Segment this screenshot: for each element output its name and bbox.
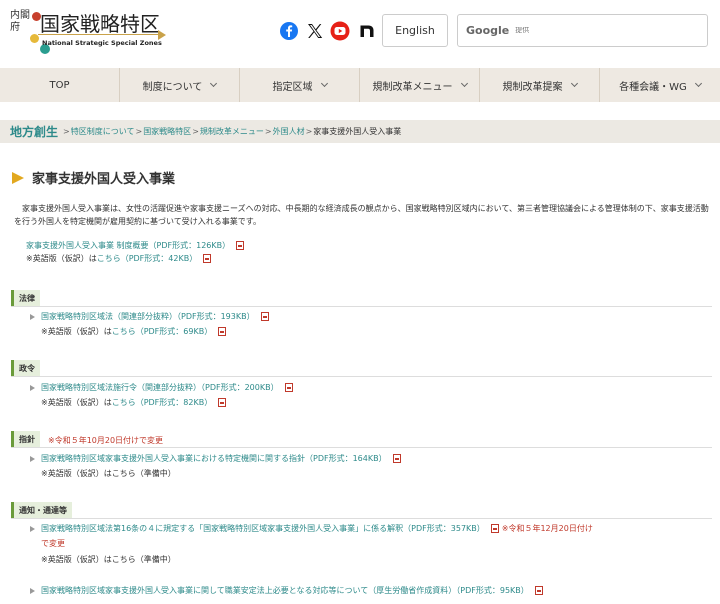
nav-item-label: 各種会議・WG <box>619 81 687 93</box>
guideline-pdf-link[interactable]: 国家戦略特別区域家事支援外国人受入事業における特定機関に関する指針（PDF形式：… <box>41 453 387 464</box>
ordinance-pdf-link[interactable]: 国家戦略特別区域法施行令（関連部分抜粋）（PDF形式：200KB） <box>41 382 279 393</box>
interpretation-change-note: ※令和５年12月20日付け <box>501 524 593 533</box>
pdf-icon <box>392 454 401 463</box>
english-note-text: ※英語版（仮訳）はこちら（準備中） <box>41 555 176 564</box>
page-title: 家事支援外国人受入事業 <box>12 168 175 187</box>
note-icon[interactable] <box>357 21 377 41</box>
title-arrow-icon <box>12 171 24 184</box>
pdf-icon <box>284 383 293 392</box>
bullet-arrow-icon <box>30 313 35 320</box>
nav-item-reform-menu[interactable]: 規制改革メニュー <box>360 68 480 102</box>
x-icon[interactable] <box>305 21 325 41</box>
pdf-icon <box>218 327 227 336</box>
nav-item-zones[interactable]: 指定区域 <box>240 68 360 102</box>
law-link-row: 国家戦略特別区域法（関連部分抜粋）（PDF形式：193KB） <box>30 311 269 322</box>
logo-cabinet-office-text: 内閣府 <box>10 10 30 33</box>
breadcrumb-link[interactable]: 国家戦略特区 <box>143 126 191 137</box>
english-button[interactable]: English <box>382 14 448 47</box>
section-divider <box>11 447 712 448</box>
ordinance-link-row: 国家戦略特別区域法施行令（関連部分抜粋）（PDF形式：200KB） <box>30 382 293 393</box>
guideline-link-row: 国家戦略特別区域家事支援外国人受入事業における特定機関に関する指針（PDF形式：… <box>30 453 401 464</box>
pdf-icon <box>203 254 212 263</box>
section-divider <box>11 518 712 519</box>
search-box[interactable]: Google <box>457 14 708 47</box>
pdf-icon <box>218 398 227 407</box>
logo-main-text: 国家戦略特区 <box>40 12 160 36</box>
law-pdf-link[interactable]: 国家戦略特別区域法（関連部分抜粋）（PDF形式：193KB） <box>41 311 255 322</box>
breadcrumb-section-title[interactable]: 地方創生 <box>10 123 58 140</box>
logo-underline <box>38 34 162 35</box>
notice-note-row-1: ※英語版（仮訳）はこちら（準備中） <box>41 554 176 565</box>
pdf-icon <box>236 241 245 250</box>
employment-security-pdf-link[interactable]: 国家戦略特別区域家事支援外国人受入事業に関して職業安定法上必要となる対応等につい… <box>41 585 529 596</box>
breadcrumb: 地方創生 > 特区制度について > 国家戦略特区 > 規制改革メニュー > 外国… <box>0 120 720 143</box>
breadcrumb-current: 家事支援外国人受入事業 <box>313 127 402 136</box>
law-english-pdf-link[interactable]: こちら（PDF形式：69KB） <box>112 326 213 337</box>
nav-item-system[interactable]: 制度について <box>120 68 240 102</box>
intro-paragraph: 家事支援外国人受入事業は、女性の活躍促進や家事支援ニーズへの対応、中長期的な経済… <box>14 204 709 226</box>
pdf-icon <box>260 312 269 321</box>
ordinance-english-pdf-link[interactable]: こちら（PDF形式：82KB） <box>112 397 213 408</box>
breadcrumb-separator: > <box>135 127 143 136</box>
nav-item-label: TOP <box>49 79 70 91</box>
google-logo: Google <box>466 24 510 37</box>
bullet-arrow-icon <box>30 384 35 391</box>
bullet-arrow-icon <box>30 455 35 462</box>
english-note-label: ※英語版（仮訳）は <box>41 327 112 336</box>
breadcrumb-separator: > <box>305 127 313 136</box>
chevron-down-icon <box>320 79 328 88</box>
interpretation-pdf-link[interactable]: 国家戦略特別区域法第16条の４に規定する「国家戦略特別区域家事支援外国人受入事業… <box>41 523 485 534</box>
breadcrumb-link[interactable]: 外国人材 <box>273 126 305 137</box>
nav-item-label: 指定区域 <box>272 81 313 93</box>
pdf-icon <box>490 524 499 533</box>
english-note-label: ※英語版（仮訳）は <box>41 398 112 407</box>
section-divider <box>11 306 712 307</box>
search-input[interactable] <box>515 27 696 34</box>
breadcrumb-link[interactable]: 規制改革メニュー <box>200 126 264 137</box>
youtube-icon[interactable] <box>330 21 350 41</box>
section-label-notices: 通知・通達等 <box>11 502 72 518</box>
section-label-law: 法律 <box>11 290 40 306</box>
facebook-icon[interactable] <box>279 21 299 41</box>
english-pdf-link[interactable]: こちら（PDF形式：42KB） <box>97 253 198 264</box>
overview-pdf-link[interactable]: 家事支援外国人受入事業 制度概要（PDF形式：126KB） <box>26 240 230 251</box>
section-divider <box>11 376 712 377</box>
breadcrumb-separator: > <box>192 127 199 136</box>
nav-item-label: 制度について <box>142 81 203 93</box>
nav-item-label: 規制改革提案 <box>502 81 563 93</box>
global-nav: TOP 制度について 指定区域 規制改革メニュー 規制改革提案 各種会議・WG <box>0 68 720 102</box>
bullet-arrow-icon <box>30 587 35 594</box>
chevron-down-icon <box>210 79 218 88</box>
logo-sub-text: National Strategic Special Zones <box>42 39 162 47</box>
overview-note-row: ※英語版（仮訳）は こちら（PDF形式：42KB） <box>26 253 212 264</box>
breadcrumb-link[interactable]: 特区制度について <box>71 126 135 137</box>
site-logo[interactable]: 内閣府 国家戦略特区 National Strategic Special Zo… <box>8 8 168 58</box>
nav-item-reform-proposal[interactable]: 規制改革提案 <box>480 68 600 102</box>
nav-item-top[interactable]: TOP <box>0 68 120 102</box>
interpretation-change-note-cont: で変更 <box>41 539 65 548</box>
chevron-down-icon <box>694 79 702 88</box>
section-label-ordinance: 政令 <box>11 360 40 376</box>
notice-link-row-2: 国家戦略特別区域家事支援外国人受入事業に関して職業安定法上必要となる対応等につい… <box>30 585 543 596</box>
logo-dot-yellow <box>30 34 39 43</box>
notice-link-row-1: 国家戦略特別区域法第16条の４に規定する「国家戦略特別区域家事支援外国人受入事業… <box>30 523 593 534</box>
chevron-down-icon <box>570 79 578 88</box>
law-note-row: ※英語版（仮訳）は こちら（PDF形式：69KB） <box>41 326 227 337</box>
english-note-label: ※英語版（仮訳）は <box>26 254 97 263</box>
nav-item-meetings[interactable]: 各種会議・WG <box>600 68 720 102</box>
nav-item-label: 規制改革メニュー <box>372 81 453 93</box>
section-label-guideline: 指針 <box>11 431 40 447</box>
guideline-change-note: ※令和５年10月20日付けで変更 <box>48 436 164 445</box>
site-header: 内閣府 国家戦略特区 National Strategic Special Zo… <box>0 0 720 68</box>
bullet-arrow-icon <box>30 525 35 532</box>
english-note-text: ※英語版（仮訳）はこちら（準備中） <box>41 469 176 478</box>
overview-link-row: 家事支援外国人受入事業 制度概要（PDF形式：126KB） <box>26 240 245 251</box>
chevron-down-icon <box>460 79 468 88</box>
guideline-note-row: ※英語版（仮訳）はこちら（準備中） <box>41 468 176 479</box>
pdf-icon <box>534 586 543 595</box>
breadcrumb-separator: > <box>63 127 70 136</box>
page-title-text: 家事支援外国人受入事業 <box>32 172 176 187</box>
breadcrumb-separator: > <box>264 127 272 136</box>
ordinance-note-row: ※英語版（仮訳）は こちら（PDF形式：82KB） <box>41 397 227 408</box>
